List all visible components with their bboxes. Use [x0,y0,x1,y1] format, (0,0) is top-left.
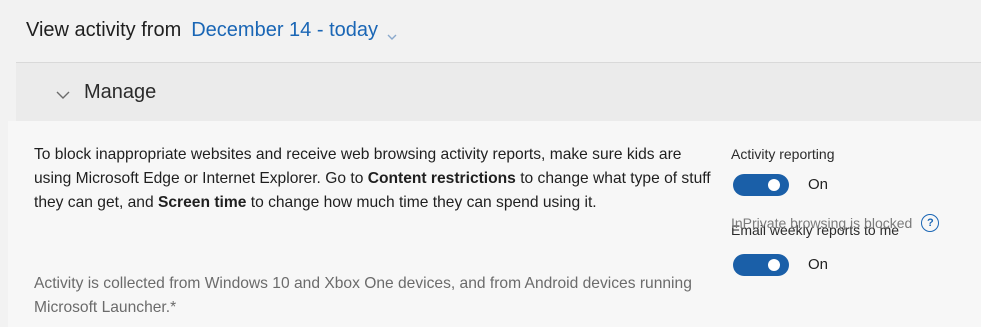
chevron-down-icon [56,87,70,99]
description-text: To block inappropriate websites and rece… [34,143,714,215]
activity-reporting-toggle[interactable] [733,174,789,196]
toggle-knob [768,259,780,271]
description-part: to change how much time they can spend u… [246,194,597,211]
screen-time-link[interactable]: Screen time [158,194,246,211]
toggle-knob [768,179,780,191]
activity-reporting-state: On [808,176,829,193]
email-reports-state: On [808,256,829,273]
inprivate-label: InPrivate browsing is blocked [731,215,913,231]
date-range-dropdown[interactable]: December 14 - today [191,19,397,42]
view-activity-label: View activity from [26,18,182,41]
chevron-down-icon [387,25,397,40]
content-restrictions-link[interactable]: Content restrictions [368,170,516,187]
inprivate-status: InPrivate browsing is blocked ? [731,214,940,232]
collection-note: Activity is collected from Windows 10 an… [34,275,692,316]
date-range-value: December 14 - today [191,18,378,41]
manage-title: Manage [84,80,157,103]
view-activity-header: View activity from December 14 - today [26,14,397,46]
help-icon[interactable]: ? [921,214,940,232]
activity-reporting-label: Activity reporting [731,146,835,162]
manage-section-toggle[interactable]: Manage [16,62,981,122]
activity-panel: View activity from December 14 - today M… [8,0,981,327]
email-reports-toggle[interactable] [733,254,789,276]
